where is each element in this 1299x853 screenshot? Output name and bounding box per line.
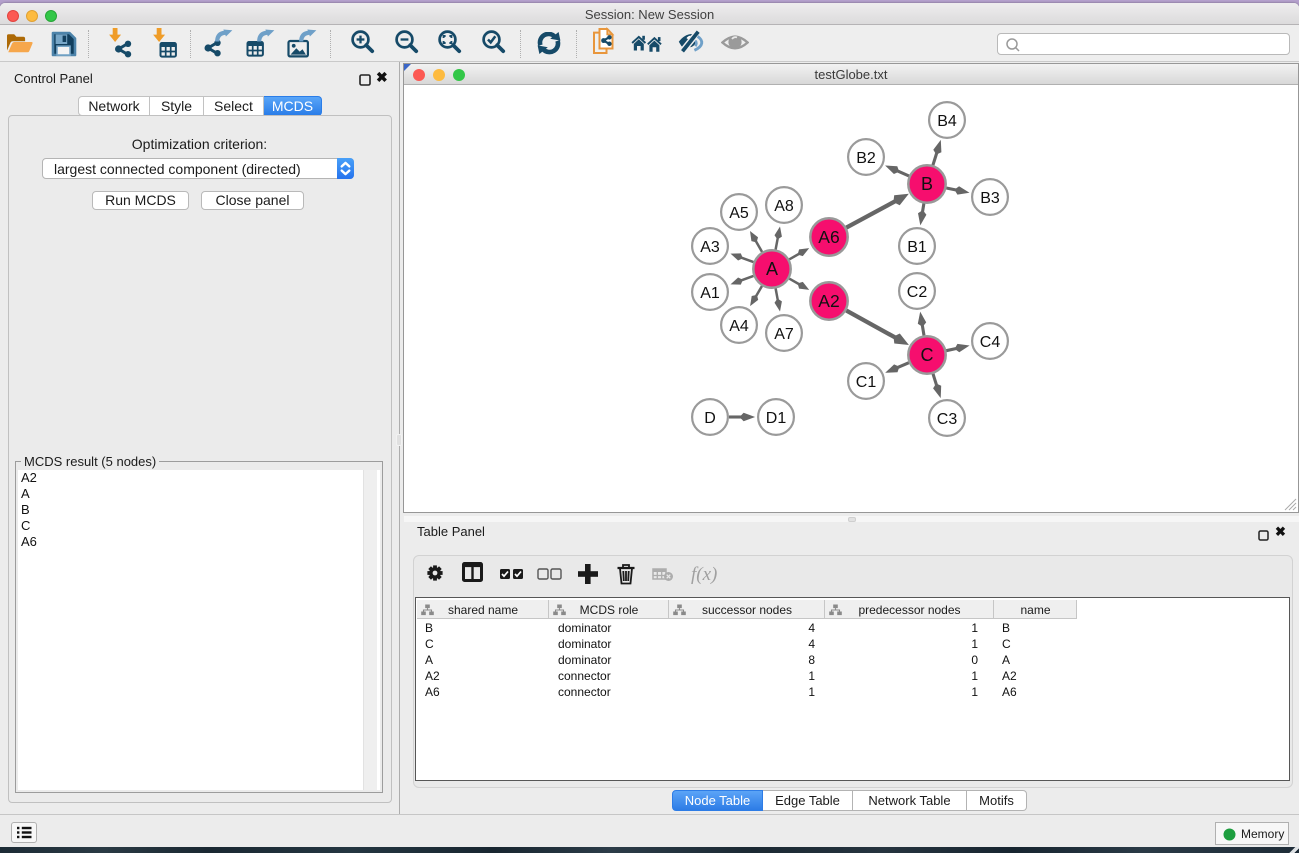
svg-text:B4: B4 [937,113,957,130]
svg-text:A1: A1 [700,285,720,302]
svg-text:B2: B2 [856,150,876,167]
svg-text:A6: A6 [818,227,839,247]
svg-text:C4: C4 [980,334,1001,351]
svg-text:B1: B1 [907,239,927,256]
svg-text:C1: C1 [856,374,877,391]
svg-text:C: C [921,345,934,365]
svg-text:B3: B3 [980,190,1000,207]
svg-text:A3: A3 [700,239,720,256]
svg-text:A2: A2 [818,291,839,311]
svg-text:C2: C2 [907,284,928,301]
svg-text:C3: C3 [937,411,958,428]
svg-text:D1: D1 [766,410,787,427]
svg-text:A7: A7 [774,326,794,343]
svg-text:A8: A8 [774,198,794,215]
svg-text:B: B [921,174,933,194]
svg-text:A5: A5 [729,205,749,222]
svg-text:A4: A4 [729,318,749,335]
svg-text:A: A [766,259,778,279]
svg-text:D: D [704,410,716,427]
